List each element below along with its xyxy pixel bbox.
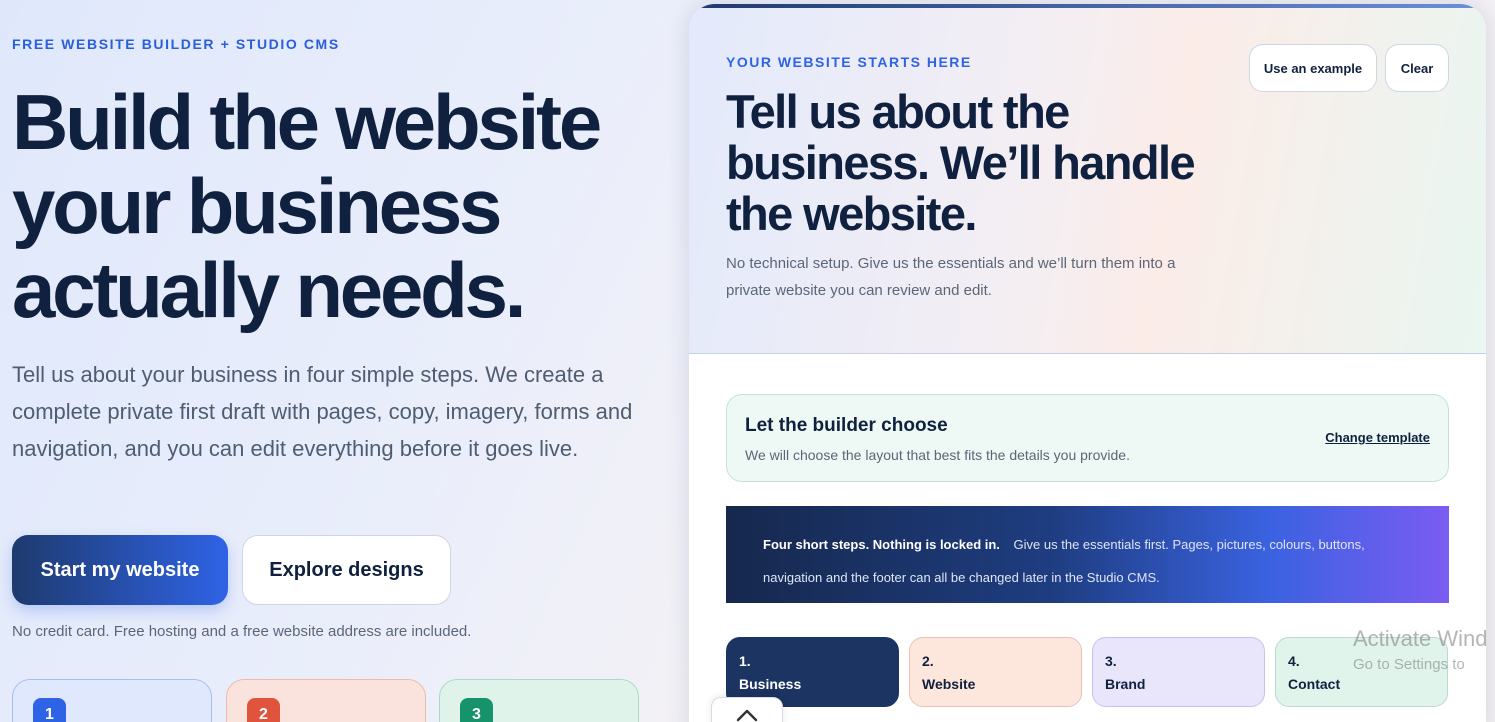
watermark-line-2: Go to Settings to <box>1353 656 1465 673</box>
clear-button[interactable]: Clear <box>1385 44 1449 92</box>
step-number-badge: 2 <box>247 698 280 722</box>
step-number-badge: 3 <box>460 698 493 722</box>
step-card-3: 3 <box>439 679 639 722</box>
panel-header: YOUR WEBSITE STARTS HERE Tell us about t… <box>689 4 1486 354</box>
hero-eyebrow: FREE WEBSITE BUILDER + STUDIO CMS <box>12 36 340 52</box>
panel-description: No technical setup. Give us the essentia… <box>726 255 1176 299</box>
builder-panel: YOUR WEBSITE STARTS HERE Tell us about t… <box>689 4 1486 722</box>
step-tab-number: 1. <box>739 653 751 669</box>
use-example-button[interactable]: Use an example <box>1249 44 1377 92</box>
step-card-2: 2 <box>226 679 426 722</box>
hero-title: Build the website your business actually… <box>12 78 602 334</box>
chevron-up-icon <box>736 709 758 722</box>
explore-designs-button[interactable]: Explore designs <box>242 535 451 605</box>
panel-title: Tell us about the business. We’ll handle… <box>726 85 1196 240</box>
hero-section: FREE WEBSITE BUILDER + STUDIO CMS Build … <box>12 0 672 722</box>
template-choice-title: Let the builder choose <box>745 415 948 436</box>
step-tab-label: Business <box>739 676 802 692</box>
banner-heading: Four short steps. Nothing is locked in. <box>763 537 1000 552</box>
watermark-line-1: Activate Wind <box>1353 626 1488 651</box>
template-choice-subtitle: We will choose the layout that best fits… <box>745 447 1130 463</box>
step-card-1: 1 <box>12 679 212 722</box>
step-tab-brand[interactable]: 3. Brand <box>1092 637 1265 707</box>
step-tab-label: Contact <box>1288 676 1341 692</box>
panel-eyebrow: YOUR WEBSITE STARTS HERE <box>726 54 972 70</box>
activation-watermark: Activate Wind Go to Settings to <box>1353 626 1488 673</box>
info-banner: Four short steps. Nothing is locked in. … <box>726 506 1449 603</box>
step-number-badge: 1 <box>33 698 66 722</box>
start-my-website-button[interactable]: Start my website <box>12 535 228 605</box>
change-template-link[interactable]: Change template <box>1325 430 1430 445</box>
step-tab-website[interactable]: 2. Website <box>909 637 1082 707</box>
panel-top-accent <box>689 4 1486 8</box>
hero-note: No credit card. Free hosting and a free … <box>12 623 472 640</box>
step-tab-label: Website <box>922 676 976 692</box>
scroll-to-top-button[interactable] <box>711 697 783 722</box>
hero-description: Tell us about your business in four simp… <box>12 362 633 461</box>
step-tab-label: Brand <box>1105 676 1146 692</box>
step-tab-number: 2. <box>922 653 934 669</box>
step-tab-number: 3. <box>1105 653 1117 669</box>
template-choice-card: Let the builder choose We will choose th… <box>726 394 1449 482</box>
